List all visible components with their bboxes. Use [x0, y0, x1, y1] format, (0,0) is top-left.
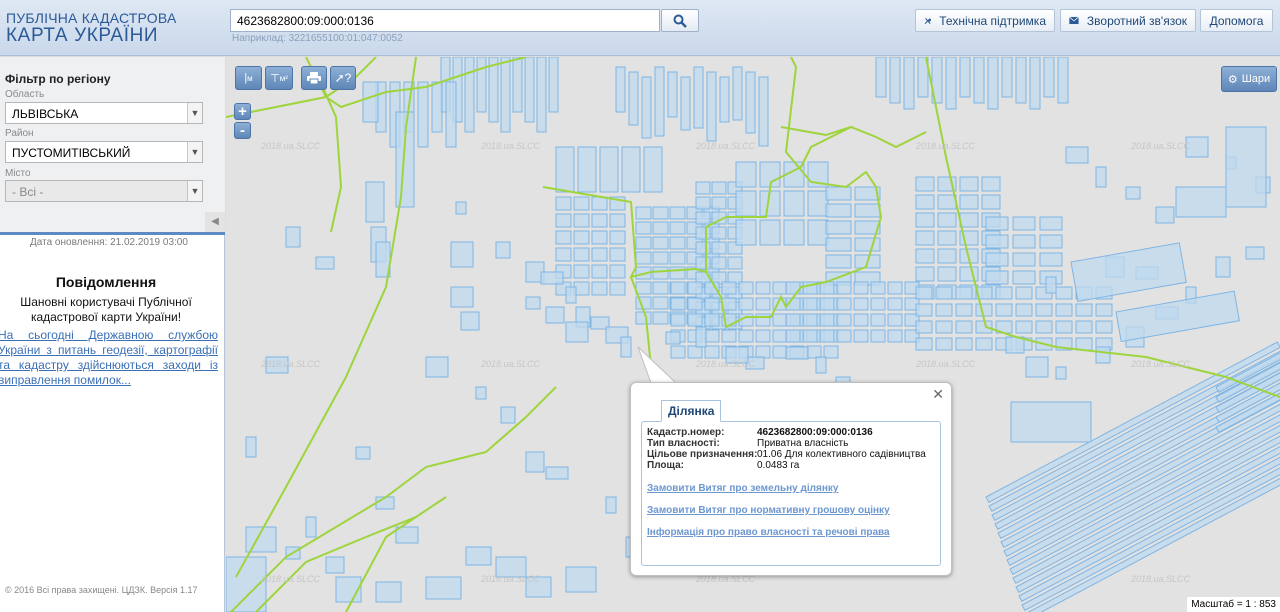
layers-button[interactable]: ⚙ Шари [1221, 66, 1277, 92]
city-label: Місто [5, 168, 31, 179]
measure-unit-m2: м² [279, 73, 288, 83]
map-watermark: 2018.ua.SLCC [1130, 359, 1191, 369]
oblast-label: Область [5, 89, 45, 100]
site-logo[interactable]: ПУБЛІЧНА КАДАСТРОВА КАРТА УКРАЇНИ [6, 10, 177, 46]
tools-icon [924, 17, 932, 24]
search-icon [673, 14, 687, 28]
print-button[interactable] [301, 66, 327, 90]
map-canvas[interactable]: 2018.ua.SLCC 2018.ua.SLCC 2018.ua.SLCC 2018… [226, 57, 1280, 612]
map-watermark: 2018.ua.SLCC [260, 359, 321, 369]
map-watermark: 2018.ua.SLCC [695, 141, 756, 151]
close-icon[interactable]: ✕ [932, 386, 944, 403]
measure-unit-m: м [247, 73, 253, 83]
popup-body: Кадастр.номер: 4623682800:09:000:0136 Ти… [641, 421, 941, 566]
info-value: 01.06 Для колективного садівництва [757, 449, 926, 460]
map-watermark: 2018.ua.SLCC [480, 574, 541, 584]
logo-line-2: КАРТА УКРАЇНИ [6, 25, 159, 46]
order-parcel-extract-link[interactable]: Замовити Витяг про земельну ділянку [647, 483, 838, 494]
support-button[interactable]: Технічна підтримка [915, 9, 1055, 32]
order-valuation-extract-link[interactable]: Замовити Витяг про нормативну грошову оц… [647, 505, 890, 516]
parcel-popup: ✕ Ділянка Кадастр.номер: 4623682800:09:0… [630, 382, 952, 576]
info-key: Кадастр.номер: [647, 427, 725, 438]
collapse-sidebar-button[interactable]: ◀ [205, 212, 225, 232]
printer-icon [307, 72, 321, 84]
rayon-select[interactable]: ПУСТОМИТІВСЬКИЙ ▼ [5, 141, 203, 163]
info-value: Приватна власність [757, 438, 849, 449]
chevron-down-icon: ▼ [187, 181, 202, 201]
envelope-icon [1069, 16, 1079, 25]
logo-line-1: ПУБЛІЧНА КАДАСТРОВА [6, 10, 177, 26]
header: ПУБЛІЧНА КАДАСТРОВА КАРТА УКРАЇНИ Наприк… [0, 0, 1280, 56]
map-watermark: 2018.ua.SLCC [480, 141, 541, 151]
search-button[interactable] [661, 9, 699, 32]
notice-link[interactable]: На сьогодні Державною службою України з … [0, 328, 218, 388]
gear-icon: ⚙ [1227, 73, 1238, 86]
help-label: Допомога [1209, 13, 1264, 28]
identify-button[interactable]: ➚? [330, 66, 356, 90]
info-key: Тип власності: [647, 438, 720, 449]
region-filter: Фільтр по регіону Область ЛЬВІВСЬКА ▼ Ра… [0, 57, 225, 235]
measure-area-button[interactable]: ⊤ м² [265, 66, 293, 90]
map-watermark: 2018.ua.SLCC [1130, 574, 1191, 584]
rayon-label: Район [5, 128, 34, 139]
popup-pointer [637, 346, 678, 384]
app-root: ПУБЛІЧНА КАДАСТРОВА КАРТА УКРАЇНИ Наприк… [0, 0, 1280, 612]
map-watermark: 2018.ua.SLCC [480, 359, 541, 369]
search-example: Наприклад: 3221655100:01:047:0052 [232, 33, 403, 44]
minus-icon: - [240, 122, 245, 139]
map-watermark: 2018.ua.SLCC [915, 141, 976, 151]
map-watermark: 2018.ua.SLCC [915, 359, 976, 369]
map-watermark: 2018.ua.SLCC [260, 141, 321, 151]
chevron-down-icon: ▼ [187, 103, 202, 123]
notice-title: Повідомлення [55, 274, 157, 290]
tab-parcel[interactable]: Ділянка [661, 400, 722, 422]
pointer-question-icon: ➚? [334, 71, 352, 85]
feedback-button[interactable]: Зворотний зв'язок [1060, 9, 1196, 32]
oblast-value: ЛЬВІВСЬКА [12, 107, 79, 121]
layers-label: Шари [1241, 73, 1271, 85]
zoom-out-button[interactable]: - [234, 122, 251, 139]
help-button[interactable]: Допомога [1200, 9, 1273, 32]
plus-icon: + [238, 103, 247, 120]
search-input[interactable] [230, 9, 660, 32]
area-ruler-icon: ⊤ [270, 72, 280, 85]
filter-title: Фільтр по регіону [5, 72, 111, 86]
ownership-info-link[interactable]: Інформація про право власності та речові… [647, 527, 890, 538]
city-value: - Всі - [12, 185, 44, 199]
info-value: 4623682800:09:000:0136 [757, 427, 873, 438]
map-watermark: 2018.ua.SLCC [695, 359, 756, 369]
info-key: Площа: [647, 460, 684, 471]
measure-distance-button[interactable]: | м [235, 66, 262, 90]
map-watermark: 2018.ua.SLCC [1130, 141, 1191, 151]
support-label: Технічна підтримка [939, 13, 1046, 28]
rayon-value: ПУСТОМИТІВСЬКИЙ [12, 146, 131, 160]
update-date: Дата оновлення: 21.02.2019 03:00 [30, 237, 188, 248]
info-value: 0.0483 га [757, 460, 800, 471]
map-watermark: 2018.ua.SLCC [260, 574, 321, 584]
zoom-in-button[interactable]: + [234, 103, 251, 120]
feedback-label: Зворотний зв'язок [1086, 13, 1187, 28]
city-select: - Всі - ▼ [5, 180, 203, 202]
oblast-select[interactable]: ЛЬВІВСЬКА ▼ [5, 102, 203, 124]
chevron-down-icon: ▼ [187, 142, 202, 162]
info-key: Цільове призначення: [647, 449, 758, 460]
scale-indicator: Масштаб = 1 : 853 [1187, 597, 1280, 612]
copyright: © 2016 Всі права захищені. ЦДЗК. Версія … [5, 585, 198, 595]
notice-text: Шановні користувачі Публічної кадастрово… [20, 295, 192, 324]
sidebar: Фільтр по регіону Область ЛЬВІВСЬКА ▼ Ра… [0, 57, 225, 612]
